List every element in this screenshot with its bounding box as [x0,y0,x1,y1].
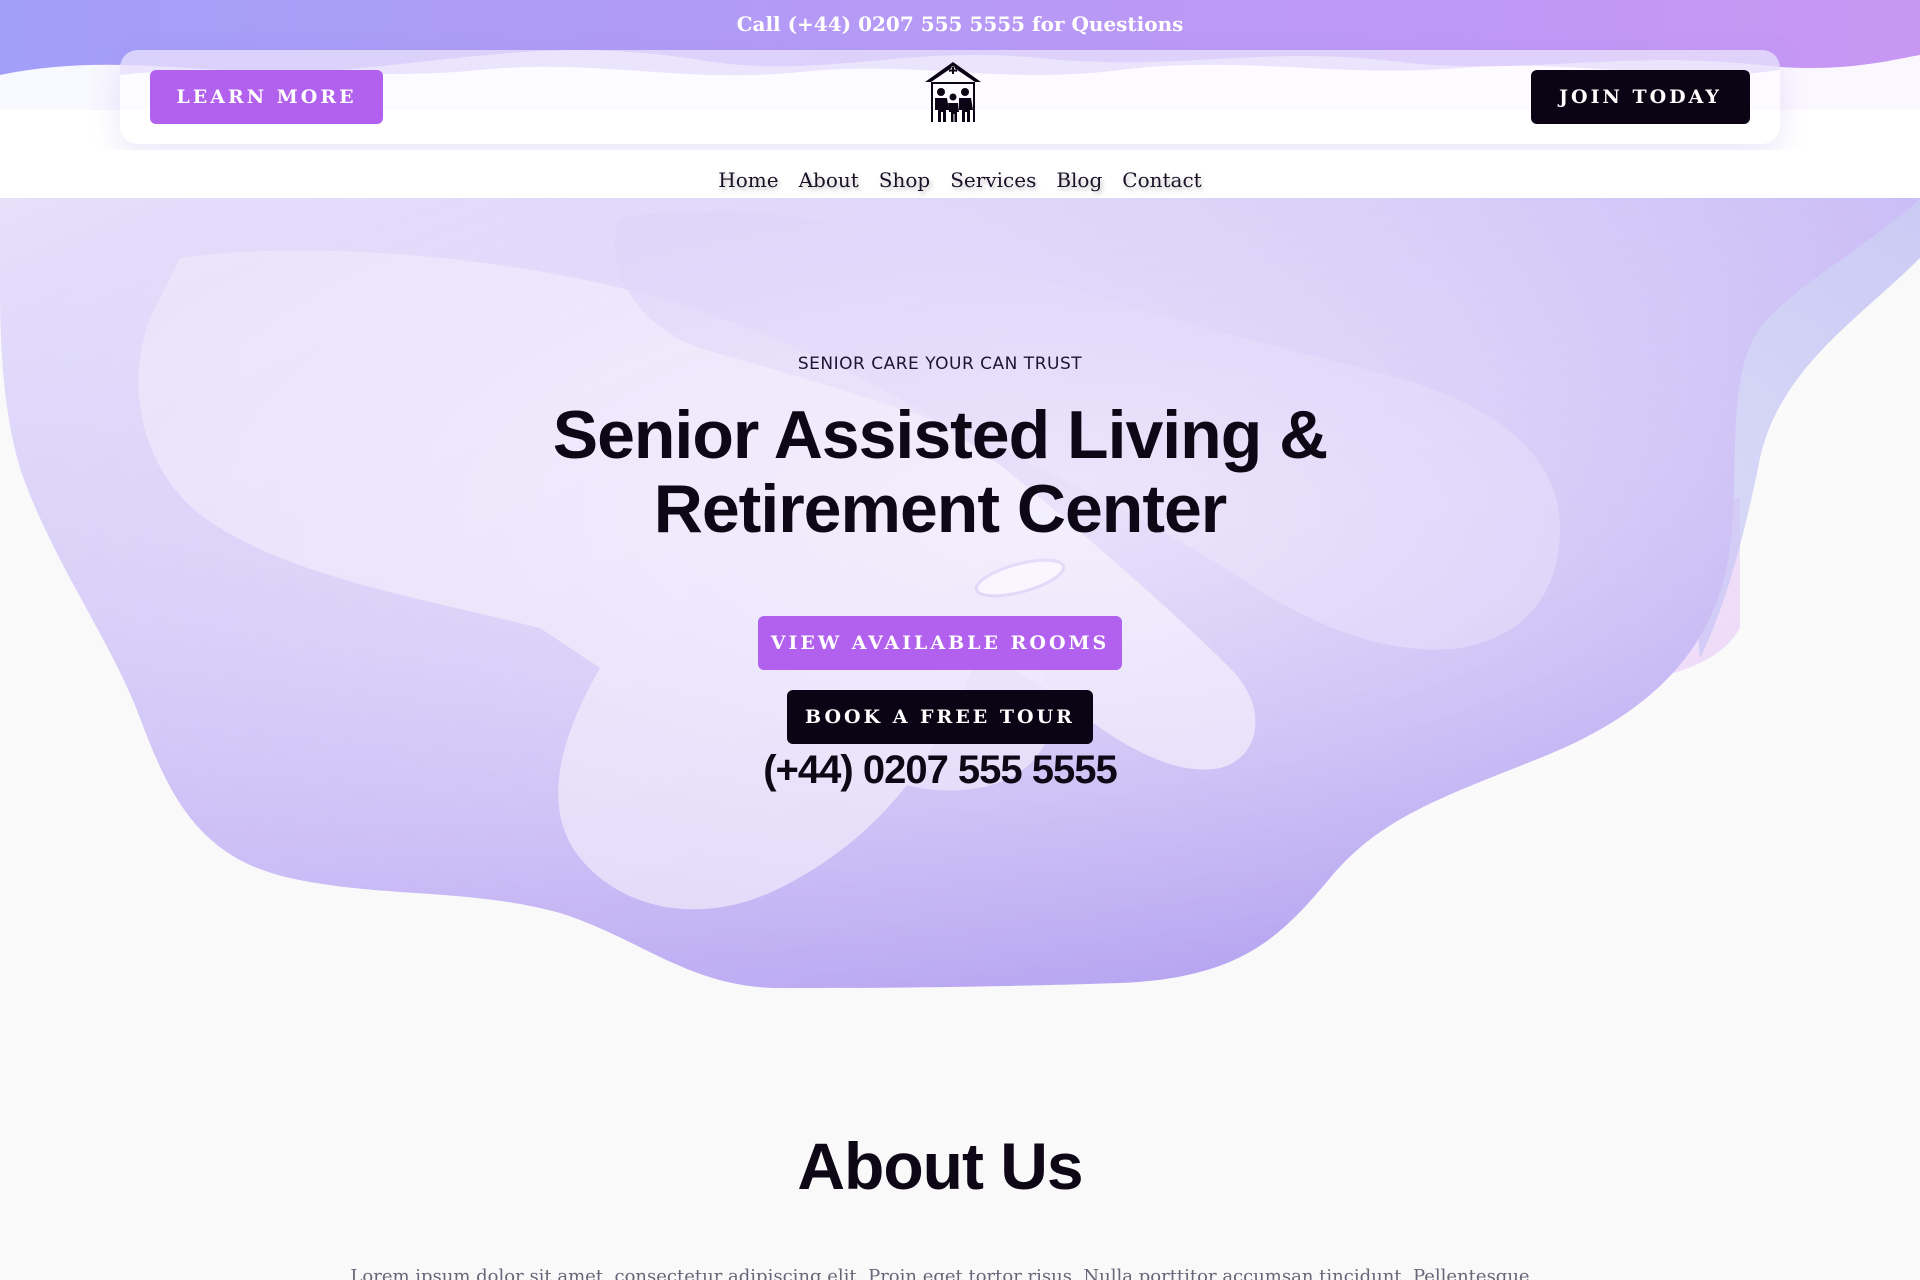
hero-title-line1: Senior Assisted Living & [552,397,1329,473]
about-title: About Us [797,1129,1083,1203]
top-call-text: Call (+44) 0207 555 5555 for Questions [736,12,1184,36]
hero-subtitle: SENIOR CARE YOUR CAN TRUST [797,354,1083,374]
view-available-rooms-button[interactable]: VIEW AVAILABLE ROOMS [758,616,1122,670]
main-nav: Home About Shop Services Blog Contact [0,160,1920,200]
about-text: Lorem ipsum dolor sit amet, consectetur … [350,1266,1530,1280]
learn-more-button[interactable]: LEARN MORE [150,70,383,124]
header-card: LEARN MORE JOIN TODAY [120,50,1780,144]
nav-item-home[interactable]: Home [718,168,778,192]
hero-hands-image [0,198,1920,988]
nav-item-contact[interactable]: Contact [1122,168,1201,192]
hero-phone-link[interactable]: (+44) 0207 555 5555 [0,748,1880,793]
join-today-button[interactable]: JOIN TODAY [1531,70,1750,124]
nav-item-shop[interactable]: Shop [879,168,930,192]
hero-title-line2: Retirement Center [653,471,1227,547]
house-family-icon[interactable] [923,60,983,124]
nav-item-blog[interactable]: Blog [1056,168,1102,192]
nav-item-services[interactable]: Services [950,168,1036,192]
nav-item-about[interactable]: About [799,168,859,192]
hero-title: Senior Assisted Living & Retirement Cent… [440,398,1440,546]
book-free-tour-button[interactable]: BOOK A FREE TOUR [787,690,1093,744]
